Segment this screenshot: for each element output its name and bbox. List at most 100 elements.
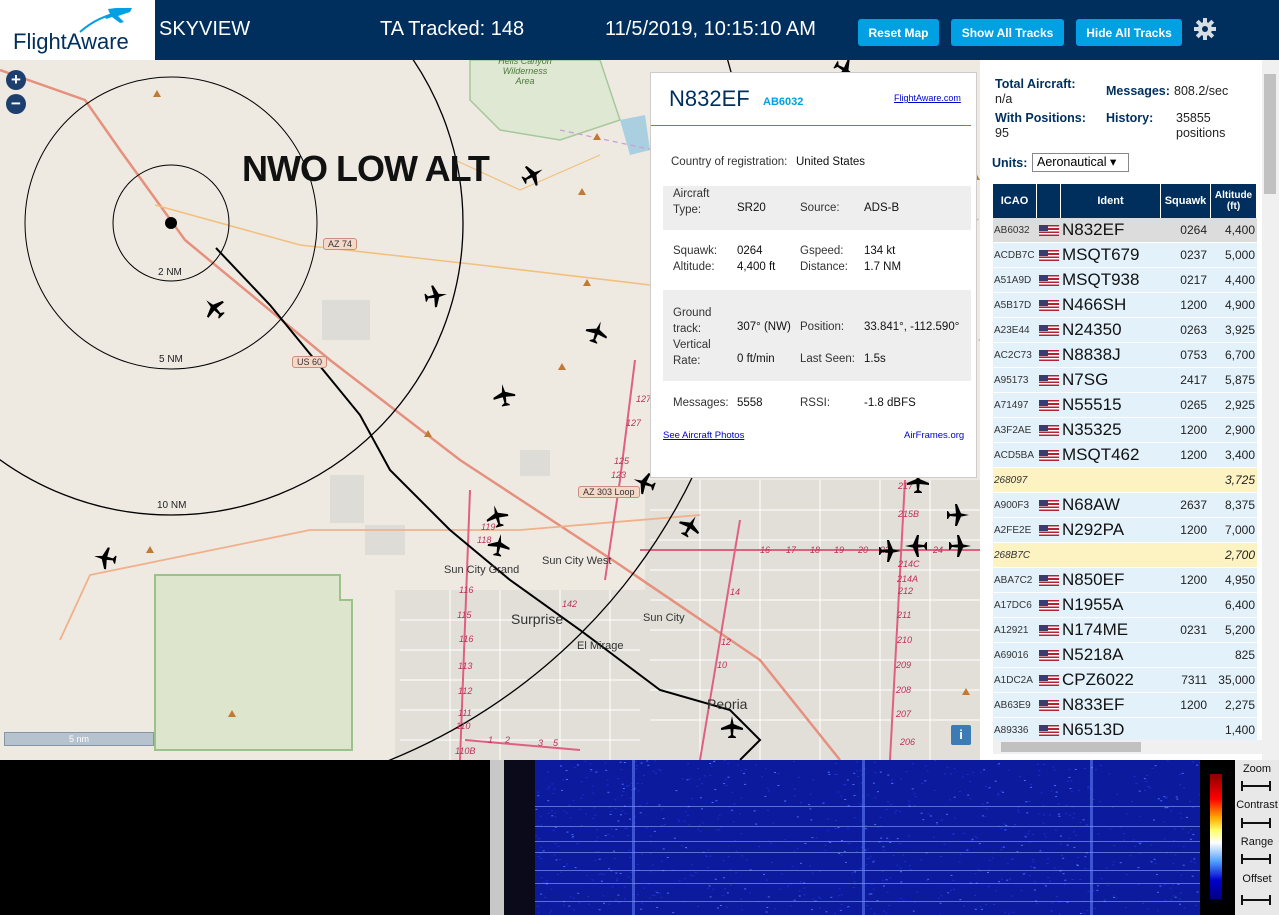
- us-flag-icon: [1039, 724, 1059, 736]
- vertical-scrollbar[interactable]: [1262, 60, 1279, 760]
- altitude-cell: 2,700: [1224, 548, 1255, 562]
- info-button[interactable]: i: [951, 725, 971, 745]
- aircraft-icon[interactable]: [905, 535, 927, 557]
- popup-icao[interactable]: AB6032: [763, 96, 803, 108]
- ident-cell: N24350: [1062, 320, 1122, 339]
- table-row[interactable]: ACD5BA MSQT462 1200 3,400: [993, 443, 1257, 468]
- flag-cell: [1037, 524, 1061, 536]
- aircraft-icon[interactable]: [92, 545, 118, 571]
- icao-cell: A17DC6: [994, 599, 1032, 611]
- table-row[interactable]: A900F3 N68AW 2637 8,375: [993, 493, 1257, 518]
- flightaware-link[interactable]: FlightAware.com: [894, 93, 961, 103]
- table-row[interactable]: A5B17D N466SH 1200 4,900: [993, 293, 1257, 318]
- flag-cell: [1037, 374, 1061, 386]
- col-ident[interactable]: Ident: [1061, 184, 1161, 218]
- horizontal-scrollbar[interactable]: [993, 740, 1263, 754]
- altitude-cell: 35,000: [1218, 673, 1255, 687]
- zoom-slider[interactable]: [1241, 781, 1271, 791]
- tracked-count: TA Tracked: 148: [380, 18, 525, 40]
- aircraft-type-value: SR20: [737, 202, 766, 214]
- icao-cell: A900F3: [994, 499, 1030, 511]
- ident-cell: N466SH: [1062, 295, 1127, 314]
- table-row[interactable]: AC2C73 N8838J 0753 6,700: [993, 343, 1257, 368]
- gear-icon[interactable]: [1193, 17, 1217, 41]
- clock: 11/5/2019, 10:15:10 AM: [605, 18, 816, 40]
- col-flag[interactable]: [1037, 184, 1061, 218]
- ident-cell: N68AW: [1062, 495, 1120, 514]
- hide-all-tracks-button[interactable]: Hide All Tracks: [1076, 19, 1182, 46]
- col-icao[interactable]: ICAO: [993, 184, 1037, 218]
- ident-cell: N1955A: [1062, 595, 1124, 614]
- plane-logo-icon: [79, 8, 132, 33]
- ident-cell: N832EF: [1062, 220, 1125, 239]
- scroll-thumb[interactable]: [1264, 74, 1276, 194]
- spectrum-margin: [504, 760, 535, 915]
- squawk-cell: 7311: [1181, 673, 1207, 687]
- aircraft-icon[interactable]: [486, 532, 512, 558]
- icao-cell: A71497: [994, 399, 1029, 411]
- source-label: Source:: [800, 202, 840, 214]
- table-row[interactable]: A69016 N5218A 825: [993, 643, 1257, 668]
- table-row[interactable]: A1DC2A CPZ6022 7311 35,000: [993, 668, 1257, 693]
- col-altitude[interactable]: Altitude (ft): [1211, 184, 1257, 218]
- icao-cell: AC2C73: [994, 349, 1032, 361]
- show-all-tracks-button[interactable]: Show All Tracks: [951, 19, 1064, 46]
- spectrum-splitter[interactable]: [490, 760, 504, 915]
- table-row[interactable]: A17DC6 N1955A 6,400: [993, 593, 1257, 618]
- table-row[interactable]: 268B7C 2,700: [993, 543, 1257, 568]
- aircraft-icon[interactable]: [423, 283, 449, 309]
- contrast-slider[interactable]: [1241, 818, 1271, 828]
- table-row[interactable]: A2FE2E N292PA 1200 7,000: [993, 518, 1257, 543]
- flag-cell: [1037, 224, 1061, 236]
- icao-cell: A23E44: [994, 324, 1030, 336]
- flag-cell: [1037, 399, 1061, 411]
- top-bar: FlightAware SKYVIEW TA Tracked: 148 11/5…: [0, 0, 1279, 60]
- us-flag-icon: [1039, 299, 1059, 311]
- altitude-cell: 3,925: [1224, 323, 1255, 337]
- aircraft-icon[interactable]: [517, 159, 549, 191]
- table-row[interactable]: A71497 N55515 0265 2,925: [993, 393, 1257, 418]
- table-row[interactable]: A12921 N174ME 0231 5,200: [993, 618, 1257, 643]
- aircraft-icon[interactable]: [879, 540, 901, 562]
- aircraft-icon[interactable]: [721, 716, 743, 738]
- table-row[interactable]: AB6032 N832EF 0264 4,400: [993, 218, 1257, 243]
- source-value: ADS-B: [864, 202, 900, 214]
- flightaware-logo[interactable]: FlightAware: [0, 0, 155, 60]
- offset-slider[interactable]: [1241, 895, 1271, 905]
- waterfall-display[interactable]: [535, 760, 1200, 915]
- us-flag-icon: [1039, 399, 1059, 411]
- table-row[interactable]: A95173 N7SG 2417 5,875: [993, 368, 1257, 393]
- aircraft-icon[interactable]: [582, 317, 612, 347]
- aircraft-icon[interactable]: [491, 382, 517, 408]
- icao-cell: A51A9D: [994, 274, 1032, 286]
- with-positions-value: 95: [995, 126, 1009, 140]
- aircraft-icon[interactable]: [949, 535, 971, 557]
- aircraft-photos-link[interactable]: See Aircraft Photos: [663, 430, 744, 441]
- table-row[interactable]: 268097 3,725: [993, 468, 1257, 493]
- table-row[interactable]: A51A9D MSQT938 0217 4,400: [993, 268, 1257, 293]
- aircraft-table: ICAO Ident Squawk Altitude (ft) AB6032 N8…: [993, 184, 1257, 748]
- table-row[interactable]: A23E44 N24350 0263 3,925: [993, 318, 1257, 343]
- aircraft-icon[interactable]: [198, 292, 230, 324]
- scroll-thumb[interactable]: [1001, 742, 1141, 752]
- altitude-label: Altitude:: [673, 261, 715, 273]
- aircraft-icon[interactable]: [483, 502, 511, 530]
- table-row[interactable]: ABA7C2 N850EF 1200 4,950: [993, 568, 1257, 593]
- popup-divider: [651, 125, 971, 126]
- table-row[interactable]: AB63E9 N833EF 1200 2,275: [993, 693, 1257, 718]
- table-row[interactable]: A3F2AE N35325 1200 2,900: [993, 418, 1257, 443]
- col-squawk[interactable]: Squawk: [1161, 184, 1211, 218]
- aircraft-icon[interactable]: [674, 510, 706, 542]
- messages-label: Messages:: [673, 397, 729, 409]
- vertical-rate-value: 0 ft/min: [737, 353, 775, 365]
- reset-map-button[interactable]: Reset Map: [858, 19, 939, 46]
- units-select[interactable]: Aeronautical ▾: [1032, 153, 1129, 172]
- airframes-link[interactable]: AirFrames.org: [904, 430, 964, 441]
- altitude-cell: 7,000: [1224, 523, 1255, 537]
- squawk-label: Squawk:: [673, 245, 718, 257]
- range-slider[interactable]: [1241, 854, 1271, 864]
- icao-cell: A1DC2A: [994, 674, 1033, 686]
- table-row[interactable]: ACDB7C MSQT679 0237 5,000: [993, 243, 1257, 268]
- squawk-cell: 1200: [1180, 523, 1207, 537]
- aircraft-icon[interactable]: [947, 504, 969, 526]
